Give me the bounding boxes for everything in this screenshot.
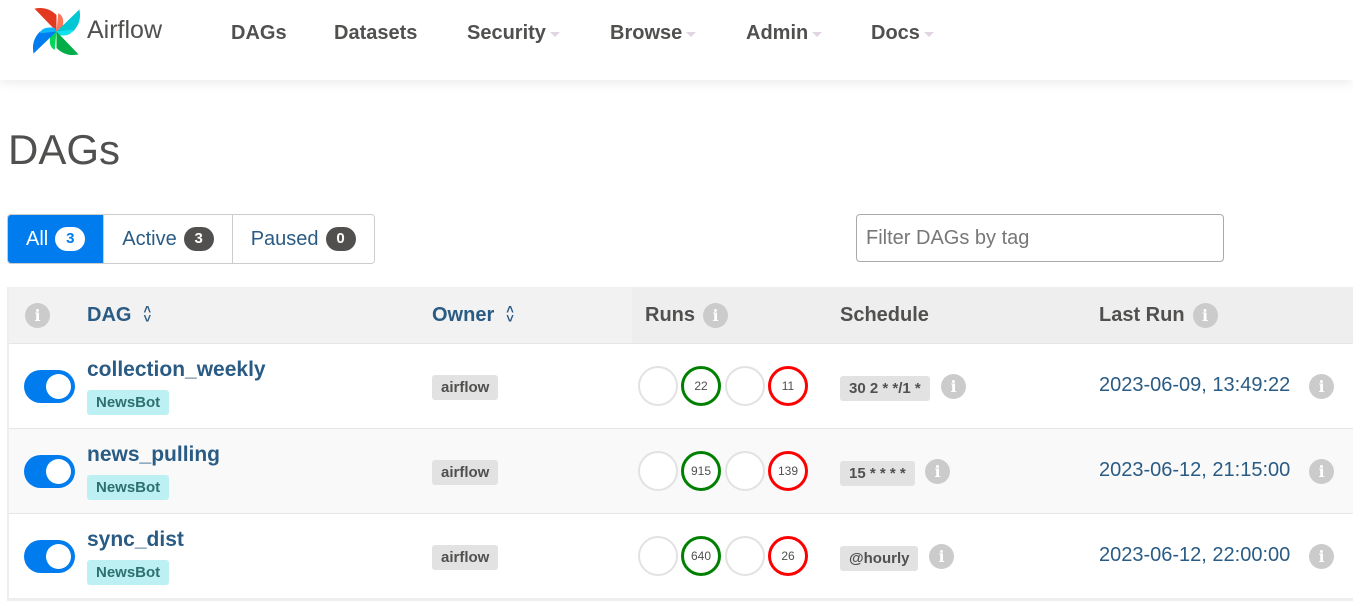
- header-dag[interactable]: DAG ˄ ˅: [87, 287, 151, 343]
- caret-down-icon: [686, 32, 697, 37]
- nav-browse-label: Browse: [610, 22, 683, 44]
- header-owner-label: Owner: [432, 303, 495, 326]
- header-schedule-label: Schedule: [840, 303, 929, 326]
- runs-success[interactable]: 22: [681, 366, 721, 406]
- filter-all-button[interactable]: All 3: [8, 215, 105, 263]
- runs-running[interactable]: [725, 536, 765, 576]
- filter-active-count: 3: [183, 227, 214, 251]
- schedule-badge: 15 * * * *: [840, 461, 915, 486]
- dag-name-link[interactable]: collection_weekly: [87, 358, 266, 382]
- last-run-link[interactable]: 2023-06-12, 21:15:00: [1099, 459, 1290, 482]
- filter-paused-label: Paused: [250, 227, 319, 250]
- owner-badge[interactable]: airflow: [432, 545, 499, 570]
- table-row: collection_weekly NewsBot airflow 22 11 …: [9, 343, 1353, 428]
- caret-down-icon: [549, 32, 560, 37]
- filter-paused-count: 0: [325, 227, 356, 251]
- nav-datasets[interactable]: Datasets: [334, 22, 417, 45]
- header-last-run: Last Run i: [1099, 287, 1218, 343]
- runs-running[interactable]: [725, 366, 765, 406]
- nav-admin-label: Admin: [746, 22, 809, 44]
- info-icon[interactable]: i: [1309, 459, 1334, 484]
- owner-badge[interactable]: airflow: [432, 375, 499, 400]
- dag-name-link[interactable]: sync_dist: [87, 528, 184, 552]
- caret-down-icon: [812, 32, 823, 37]
- dag-table: i DAG ˄ ˅ Owner ˄ ˅ Runs i Schedule Last R…: [7, 287, 1353, 601]
- top-navbar: Airflow DAGs Datasets Security Browse Ad…: [0, 0, 1353, 80]
- header-dag-label: DAG: [87, 303, 132, 326]
- page-title: DAGs: [8, 126, 121, 173]
- info-icon[interactable]: i: [25, 302, 50, 328]
- runs-success[interactable]: 640: [681, 536, 721, 576]
- caret-down-icon: [923, 32, 934, 37]
- nav-docs[interactable]: Docs: [871, 22, 934, 45]
- nav-docs-label: Docs: [871, 22, 920, 44]
- dag-pause-toggle[interactable]: [24, 455, 75, 488]
- filter-all-count: 3: [55, 227, 86, 251]
- runs-failed[interactable]: 139: [768, 451, 808, 491]
- header-last-run-label: Last Run: [1099, 303, 1185, 326]
- table-row: news_pulling NewsBot airflow 915 139 15 …: [9, 428, 1353, 513]
- nav-security-label: Security: [467, 22, 546, 44]
- airflow-logo-icon: [32, 7, 81, 56]
- info-icon[interactable]: i: [929, 544, 954, 569]
- info-icon[interactable]: i: [1192, 302, 1218, 328]
- table-header: i DAG ˄ ˅ Owner ˄ ˅ Runs i Schedule Last R…: [9, 287, 1353, 343]
- runs-failed[interactable]: 26: [768, 536, 808, 576]
- sort-icon: ˄ ˅: [143, 302, 152, 326]
- runs-queued[interactable]: [638, 536, 678, 576]
- last-run-link[interactable]: 2023-06-09, 13:49:22: [1099, 374, 1290, 397]
- filter-all-label: All: [26, 227, 49, 250]
- runs-running[interactable]: [725, 451, 765, 491]
- nav-security[interactable]: Security: [467, 22, 560, 45]
- brand-home-link[interactable]: Airflow: [29, 4, 162, 59]
- brand-name: Airflow: [87, 15, 163, 44]
- filter-paused-button[interactable]: Paused 0: [232, 215, 374, 263]
- nav-dags-label: DAGs: [231, 22, 287, 44]
- nav-datasets-label: Datasets: [334, 22, 418, 44]
- header-runs: Runs i: [645, 287, 728, 343]
- nav-browse[interactable]: Browse: [610, 22, 697, 45]
- runs-queued[interactable]: [638, 451, 678, 491]
- info-icon[interactable]: i: [925, 459, 950, 484]
- filter-active-label: Active: [122, 227, 177, 250]
- last-run-link[interactable]: 2023-06-12, 22:00:00: [1099, 544, 1290, 567]
- runs-success[interactable]: 915: [681, 451, 721, 491]
- info-icon[interactable]: i: [703, 302, 728, 328]
- info-icon[interactable]: i: [1309, 374, 1334, 399]
- header-owner[interactable]: Owner ˄ ˅: [432, 287, 514, 343]
- dag-pause-toggle[interactable]: [24, 540, 75, 573]
- nav-dags[interactable]: DAGs: [231, 22, 287, 45]
- info-icon[interactable]: i: [941, 374, 966, 399]
- dag-name-link[interactable]: news_pulling: [87, 443, 220, 467]
- header-runs-label: Runs: [645, 303, 695, 326]
- header-schedule: Schedule: [840, 287, 929, 343]
- nav-admin[interactable]: Admin: [746, 22, 823, 45]
- tag-filter-input[interactable]: [856, 214, 1224, 262]
- dag-tag[interactable]: NewsBot: [87, 560, 170, 585]
- filter-active-button[interactable]: Active 3: [104, 215, 233, 263]
- table-row: sync_dist NewsBot airflow 640 26 @hourly…: [9, 513, 1353, 598]
- dag-pause-toggle[interactable]: [24, 370, 75, 403]
- runs-failed[interactable]: 11: [768, 366, 808, 406]
- schedule-badge: 30 2 * */1 *: [840, 376, 930, 401]
- owner-badge[interactable]: airflow: [432, 460, 499, 485]
- header-shade: [632, 287, 1353, 343]
- header-info: i: [25, 287, 50, 343]
- info-icon[interactable]: i: [1309, 544, 1334, 569]
- sort-icon: ˄ ˅: [506, 302, 514, 326]
- status-filter-group: All 3 Active 3 Paused 0: [7, 214, 375, 264]
- dag-tag[interactable]: NewsBot: [87, 475, 170, 500]
- runs-queued[interactable]: [638, 366, 678, 406]
- schedule-badge: @hourly: [840, 546, 919, 571]
- dag-tag[interactable]: NewsBot: [87, 390, 170, 415]
